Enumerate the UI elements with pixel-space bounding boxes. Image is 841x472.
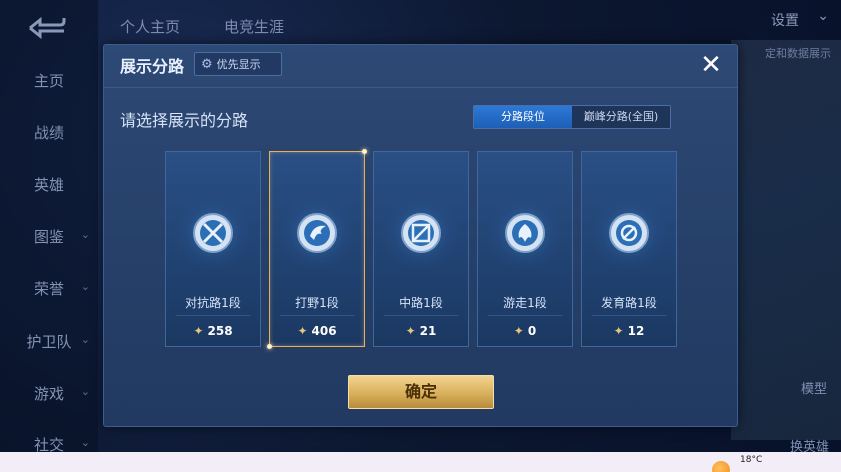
lane-score: ✦ 406 — [270, 324, 364, 338]
corner-marker — [362, 149, 367, 154]
sidebar-item-label: 主页 — [33, 72, 64, 90]
sidebar-item[interactable]: 战绩 — [0, 122, 98, 143]
lane-score: ✦ 258 — [166, 324, 260, 338]
chevron-down-icon: ⌄ — [80, 385, 90, 398]
farm-lane-icon — [609, 213, 649, 253]
tab-esports-career[interactable]: 电竞生涯 — [224, 16, 284, 37]
sidebar-item[interactable]: 主页 — [0, 70, 98, 91]
gear-icon: ⚙ — [201, 56, 213, 72]
data-display-hint: 定和数据展示 — [765, 47, 831, 60]
weather-temperature: 18°C — [740, 455, 763, 465]
mid-lane-icon — [401, 213, 441, 253]
chevron-down-icon: ⌄ — [80, 228, 90, 241]
model-button[interactable]: 模型 — [801, 378, 827, 397]
sidebar-item-label: 护卫队 — [26, 333, 72, 351]
lane-rank: 中路1段 — [399, 296, 443, 310]
minimize-icon[interactable]: ⌄ — [817, 8, 829, 24]
jungle-icon — [297, 213, 337, 253]
sidebar-item-label: 战绩 — [33, 124, 64, 142]
lane-rank: 游走1段 — [503, 296, 547, 310]
chevron-down-icon: ⌄ — [80, 333, 90, 346]
tab-profile[interactable]: 个人主页 — [120, 16, 180, 37]
score-value: 258 — [207, 324, 233, 338]
score-value: 0 — [527, 324, 537, 338]
score-icon: ✦ — [297, 324, 308, 338]
sidebar-item[interactable]: 护卫队 ⌄ — [0, 331, 98, 352]
lane-card-farm[interactable]: 发育路1段 ✦ 12 — [581, 151, 677, 347]
settings-button[interactable]: 设置 — [771, 10, 799, 30]
confirm-button[interactable]: 确定 — [348, 375, 494, 409]
priority-display-label: 优先显示 — [216, 58, 261, 71]
priority-display-button[interactable]: ⚙ 优先显示 — [194, 52, 282, 76]
sidebar-item[interactable]: 英雄 — [0, 174, 98, 195]
lane-score: ✦ 12 — [582, 324, 676, 338]
sidebar-item[interactable]: 游戏 ⌄ — [0, 383, 98, 404]
sidebar-item-label: 游戏 — [33, 385, 64, 403]
lane-tabs: 分路段位 巅峰分路(全国) — [473, 105, 671, 129]
lane-score: ✦ 0 — [478, 324, 572, 338]
score-value: 406 — [311, 324, 337, 338]
sidebar-item-label: 英雄 — [33, 176, 64, 194]
sidebar-item[interactable]: 图鉴 ⌄ — [0, 226, 98, 247]
lane-card-mid[interactable]: 中路1段 ✦ 21 — [373, 151, 469, 347]
close-icon[interactable]: ✕ — [697, 51, 725, 79]
roam-icon — [505, 213, 545, 253]
lane-card-clash[interactable]: 对抗路1段 ✦ 258 — [165, 151, 261, 347]
score-icon: ✦ — [513, 324, 524, 338]
sidebar-item-label: 图鉴 — [33, 228, 64, 246]
lane-select-prompt: 请选择展示的分路 — [120, 111, 249, 130]
lane-display-dialog: 展示分路 ⚙ 优先显示 ✕ 请选择展示的分路 分路段位 巅峰分路(全国) 对抗路… — [103, 44, 738, 427]
score-icon: ✦ — [405, 324, 416, 338]
divider — [104, 87, 737, 88]
sidebar-item[interactable]: 荣誉 ⌄ — [0, 278, 98, 299]
divider — [384, 315, 458, 316]
divider — [280, 315, 354, 316]
score-value: 21 — [419, 324, 437, 338]
clash-lane-icon — [193, 213, 233, 253]
sidebar-item-label: 荣誉 — [33, 280, 64, 298]
lane-card-list: 对抗路1段 ✦ 258 打野1段 ✦ 406 中路1段 ✦ 21 游走1段 ✦ … — [165, 149, 677, 349]
score-icon: ✦ — [613, 324, 624, 338]
back-icon[interactable] — [24, 14, 68, 40]
score-icon: ✦ — [193, 324, 204, 338]
lane-card-roam[interactable]: 游走1段 ✦ 0 — [477, 151, 573, 347]
dialog-title: 展示分路 — [120, 57, 185, 76]
tab-lane-rank[interactable]: 分路段位 — [474, 106, 572, 128]
lane-rank: 打野1段 — [295, 296, 339, 310]
lane-card-jungle[interactable]: 打野1段 ✦ 406 — [267, 149, 367, 349]
divider — [488, 315, 562, 316]
score-value: 12 — [627, 324, 645, 338]
taskbar: 18°C — [0, 452, 841, 472]
lane-rank: 发育路1段 — [601, 296, 657, 310]
weather-sun-icon[interactable] — [712, 461, 730, 472]
chevron-down-icon: ⌄ — [80, 436, 90, 449]
divider — [592, 315, 666, 316]
chevron-down-icon: ⌄ — [80, 280, 90, 293]
lane-rank: 对抗路1段 — [185, 296, 241, 310]
tab-peak-lane[interactable]: 巅峰分路(全国) — [572, 106, 670, 128]
divider — [176, 315, 250, 316]
lane-score: ✦ 21 — [374, 324, 468, 338]
corner-marker — [267, 344, 272, 349]
